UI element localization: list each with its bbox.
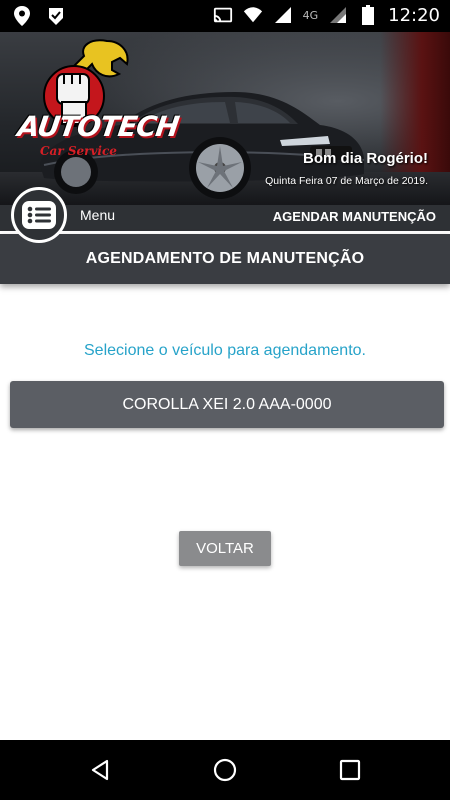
network-type-label: 4G [302, 8, 319, 22]
signal-icon [330, 7, 347, 23]
recents-square-icon [339, 759, 361, 781]
battery-icon [362, 5, 375, 25]
home-circle-icon [213, 758, 237, 782]
system-nav-bar [0, 740, 450, 800]
nav-home-button[interactable] [210, 755, 240, 785]
nav-recents-button[interactable] [335, 755, 365, 785]
greeting: Bom dia Rogério! [302, 150, 428, 167]
logo-text: AUTOTECH [15, 110, 181, 143]
page-title: AGENDAMENTO DE MANUTENÇÃO [85, 250, 365, 267]
back-triangle-icon [91, 759, 109, 781]
nav-back-button[interactable] [85, 755, 115, 785]
menu-button[interactable] [11, 187, 67, 243]
cast-icon [213, 7, 232, 23]
wifi-icon [243, 7, 262, 23]
back-button[interactable]: VOLTAR [179, 531, 271, 566]
status-bar: 4G 12:20 [0, 0, 450, 32]
navigation-check-icon [49, 8, 63, 25]
schedule-maintenance-link[interactable]: AGENDAR MANUTENÇÃO [273, 209, 436, 224]
vehicle-button[interactable]: COROLLA XEI 2.0 AAA-0000 [10, 381, 444, 428]
list-menu-icon [22, 201, 56, 229]
menu-label[interactable]: Menu [80, 207, 115, 223]
current-date: Quinta Feira 07 de Março de 2019. [265, 175, 428, 187]
logo-subtitle: Car Service [40, 144, 117, 158]
header-banner: AUTOTECH Car Service Bom dia Rogério! Qu… [0, 32, 450, 205]
clock: 12:20 [388, 4, 440, 26]
signal-icon [274, 7, 291, 23]
section-title-bar: AGENDAMENTO DE MANUTENÇÃO [0, 234, 450, 284]
location-pin-icon [14, 6, 30, 26]
select-vehicle-prompt: Selecione o veículo para agendamento. [84, 342, 366, 359]
